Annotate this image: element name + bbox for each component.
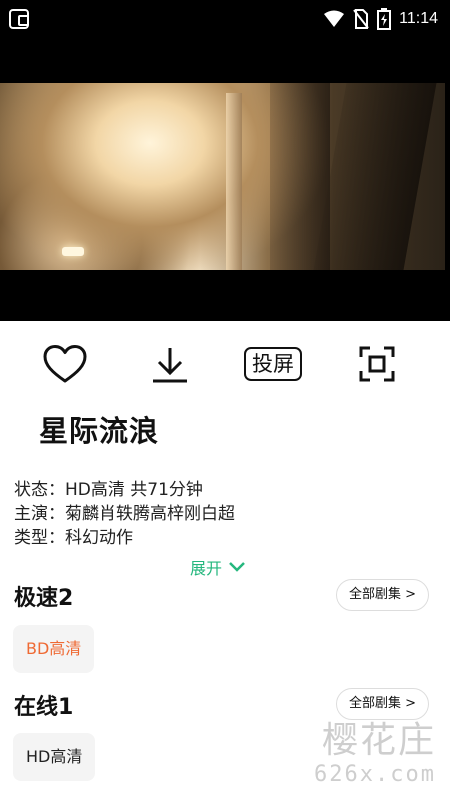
source-title: 极速2 xyxy=(14,586,74,611)
expand-label: 展开 xyxy=(190,559,223,578)
download-button[interactable] xyxy=(145,340,195,388)
video-player[interactable] xyxy=(0,38,450,321)
no-sim-icon xyxy=(353,9,369,29)
source-title: 在线1 xyxy=(14,695,74,720)
cast-line: 主演：菊麟肖轶腾高梓刚白超 xyxy=(14,504,235,524)
type-line: 类型：科幻动作 xyxy=(14,528,133,548)
clock: 11:14 xyxy=(399,10,438,27)
status-line: 状态：HD高清 共71分钟 xyxy=(14,480,203,500)
wifi-icon xyxy=(324,10,345,27)
fullscreen-icon xyxy=(359,346,395,382)
chevron-down-icon xyxy=(229,562,245,572)
movie-info: 状态：HD高清 共71分钟 主演：菊麟肖轶腾高梓刚白超 类型：科幻动作 xyxy=(14,478,235,550)
video-frame[interactable] xyxy=(0,83,445,270)
movie-title: 星际流浪 xyxy=(39,414,160,448)
watermark: 樱花庄 626x.com xyxy=(314,720,436,788)
app-icon xyxy=(9,9,29,29)
episode-chip[interactable]: HD高清 xyxy=(13,733,96,781)
watermark-text: 樱花庄 xyxy=(321,720,436,761)
episode-chip[interactable]: BD高清 xyxy=(13,625,95,673)
status-icons: 11:14 xyxy=(323,7,438,31)
all-episodes-button[interactable]: 全部剧集 > xyxy=(335,688,429,720)
fullscreen-button[interactable] xyxy=(356,340,398,388)
cast-button[interactable]: 投屏 xyxy=(240,340,306,388)
favorite-button[interactable] xyxy=(40,340,90,388)
heart-icon xyxy=(43,345,87,383)
watermark-url: 626x.com xyxy=(314,762,436,787)
cast-label: 投屏 xyxy=(244,347,302,381)
battery-charging-icon xyxy=(377,8,392,30)
all-episodes-button[interactable]: 全部剧集 > xyxy=(335,579,429,611)
download-icon xyxy=(153,348,187,383)
status-bar: 11:14 xyxy=(0,0,450,38)
action-bar: 投屏 xyxy=(0,340,450,392)
expand-button[interactable]: 展开 xyxy=(190,555,246,579)
